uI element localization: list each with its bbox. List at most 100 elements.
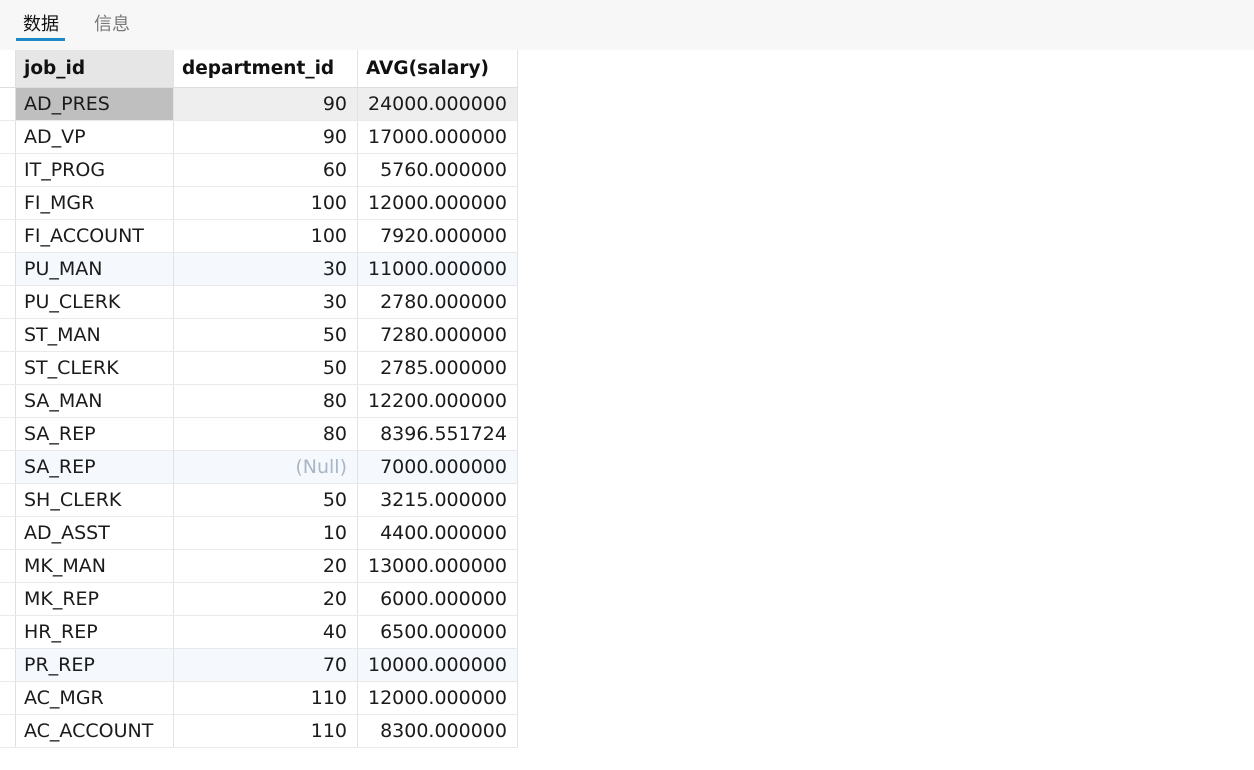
cell-job-id[interactable]: IT_PROG	[16, 154, 174, 186]
cell-job-id[interactable]: AD_ASST	[16, 517, 174, 549]
cell-department-id[interactable]: 50	[174, 484, 358, 516]
cell-department-id[interactable]: 40	[174, 616, 358, 648]
result-grid[interactable]: job_id department_id AVG(salary) AD_PRES…	[0, 50, 518, 748]
row-gutter[interactable]	[0, 154, 16, 186]
table-row[interactable]: ST_CLERK 50 2785.000000	[0, 352, 518, 385]
table-row[interactable]: SH_CLERK 50 3215.000000	[0, 484, 518, 517]
row-gutter[interactable]	[0, 451, 16, 483]
cell-department-id[interactable]: (Null)	[174, 451, 358, 483]
cell-department-id[interactable]: 20	[174, 583, 358, 615]
table-row[interactable]: AC_ACCOUNT 110 8300.000000	[0, 715, 518, 748]
cell-job-id[interactable]: SA_MAN	[16, 385, 174, 417]
cell-avg-salary[interactable]: 2785.000000	[358, 352, 518, 384]
table-row[interactable]: HR_REP 40 6500.000000	[0, 616, 518, 649]
table-row[interactable]: AD_VP 90 17000.000000	[0, 121, 518, 154]
table-row[interactable]: SA_REP (Null) 7000.000000	[0, 451, 518, 484]
table-row[interactable]: AD_ASST 10 4400.000000	[0, 517, 518, 550]
cell-department-id[interactable]: 20	[174, 550, 358, 582]
cell-job-id[interactable]: FI_MGR	[16, 187, 174, 219]
row-gutter[interactable]	[0, 583, 16, 615]
row-gutter[interactable]	[0, 484, 16, 516]
table-row[interactable]: IT_PROG 60 5760.000000	[0, 154, 518, 187]
cell-avg-salary[interactable]: 6000.000000	[358, 583, 518, 615]
tab-data[interactable]: 数据	[23, 11, 59, 39]
cell-department-id[interactable]: 110	[174, 682, 358, 714]
cell-avg-salary[interactable]: 7000.000000	[358, 451, 518, 483]
cell-avg-salary[interactable]: 24000.000000	[358, 88, 518, 120]
cell-avg-salary[interactable]: 17000.000000	[358, 121, 518, 153]
cell-job-id[interactable]: FI_ACCOUNT	[16, 220, 174, 252]
column-header-department-id[interactable]: department_id	[174, 50, 358, 87]
cell-department-id[interactable]: 80	[174, 418, 358, 450]
table-row[interactable]: PR_REP 70 10000.000000	[0, 649, 518, 682]
table-row[interactable]: MK_REP 20 6000.000000	[0, 583, 518, 616]
cell-department-id[interactable]: 70	[174, 649, 358, 681]
row-gutter[interactable]	[0, 649, 16, 681]
row-gutter[interactable]	[0, 616, 16, 648]
cell-department-id[interactable]: 10	[174, 517, 358, 549]
cell-job-id[interactable]: AD_PRES	[16, 88, 174, 120]
cell-department-id[interactable]: 100	[174, 187, 358, 219]
cell-avg-salary[interactable]: 8396.551724	[358, 418, 518, 450]
row-gutter[interactable]	[0, 286, 16, 318]
cell-avg-salary[interactable]: 5760.000000	[358, 154, 518, 186]
cell-department-id[interactable]: 60	[174, 154, 358, 186]
cell-department-id[interactable]: 50	[174, 319, 358, 351]
table-row[interactable]: SA_MAN 80 12200.000000	[0, 385, 518, 418]
cell-job-id[interactable]: SA_REP	[16, 418, 174, 450]
cell-department-id[interactable]: 50	[174, 352, 358, 384]
cell-job-id[interactable]: PU_CLERK	[16, 286, 174, 318]
cell-job-id[interactable]: SH_CLERK	[16, 484, 174, 516]
row-gutter[interactable]	[0, 385, 16, 417]
table-row[interactable]: PU_CLERK 30 2780.000000	[0, 286, 518, 319]
cell-job-id[interactable]: MK_MAN	[16, 550, 174, 582]
table-row[interactable]: PU_MAN 30 11000.000000	[0, 253, 518, 286]
cell-avg-salary[interactable]: 7280.000000	[358, 319, 518, 351]
cell-job-id[interactable]: MK_REP	[16, 583, 174, 615]
row-gutter[interactable]	[0, 220, 16, 252]
row-gutter[interactable]	[0, 715, 16, 747]
table-row[interactable]: AD_PRES 90 24000.000000	[0, 88, 518, 121]
cell-department-id[interactable]: 90	[174, 88, 358, 120]
row-gutter[interactable]	[0, 682, 16, 714]
cell-job-id[interactable]: PU_MAN	[16, 253, 174, 285]
cell-avg-salary[interactable]: 12000.000000	[358, 682, 518, 714]
table-row[interactable]: AC_MGR 110 12000.000000	[0, 682, 518, 715]
cell-department-id[interactable]: 110	[174, 715, 358, 747]
table-row[interactable]: ST_MAN 50 7280.000000	[0, 319, 518, 352]
cell-avg-salary[interactable]: 4400.000000	[358, 517, 518, 549]
cell-job-id[interactable]: AD_VP	[16, 121, 174, 153]
cell-department-id[interactable]: 100	[174, 220, 358, 252]
cell-avg-salary[interactable]: 8300.000000	[358, 715, 518, 747]
cell-job-id[interactable]: AC_ACCOUNT	[16, 715, 174, 747]
column-header-job-id[interactable]: job_id	[16, 50, 174, 87]
cell-avg-salary[interactable]: 7920.000000	[358, 220, 518, 252]
row-gutter[interactable]	[0, 517, 16, 549]
row-gutter[interactable]	[0, 88, 16, 120]
column-header-avg-salary[interactable]: AVG(salary)	[358, 50, 518, 87]
row-gutter[interactable]	[0, 187, 16, 219]
row-gutter[interactable]	[0, 121, 16, 153]
cell-avg-salary[interactable]: 13000.000000	[358, 550, 518, 582]
cell-avg-salary[interactable]: 3215.000000	[358, 484, 518, 516]
cell-avg-salary[interactable]: 2780.000000	[358, 286, 518, 318]
table-row[interactable]: MK_MAN 20 13000.000000	[0, 550, 518, 583]
table-row[interactable]: FI_ACCOUNT 100 7920.000000	[0, 220, 518, 253]
row-gutter[interactable]	[0, 550, 16, 582]
row-gutter[interactable]	[0, 319, 16, 351]
cell-avg-salary[interactable]: 12200.000000	[358, 385, 518, 417]
cell-job-id[interactable]: SA_REP	[16, 451, 174, 483]
cell-avg-salary[interactable]: 11000.000000	[358, 253, 518, 285]
table-row[interactable]: FI_MGR 100 12000.000000	[0, 187, 518, 220]
cell-job-id[interactable]: ST_MAN	[16, 319, 174, 351]
cell-department-id[interactable]: 90	[174, 121, 358, 153]
cell-department-id[interactable]: 80	[174, 385, 358, 417]
cell-avg-salary[interactable]: 6500.000000	[358, 616, 518, 648]
cell-department-id[interactable]: 30	[174, 286, 358, 318]
row-gutter[interactable]	[0, 418, 16, 450]
cell-job-id[interactable]: ST_CLERK	[16, 352, 174, 384]
cell-department-id[interactable]: 30	[174, 253, 358, 285]
table-row[interactable]: SA_REP 80 8396.551724	[0, 418, 518, 451]
cell-avg-salary[interactable]: 12000.000000	[358, 187, 518, 219]
cell-job-id[interactable]: AC_MGR	[16, 682, 174, 714]
